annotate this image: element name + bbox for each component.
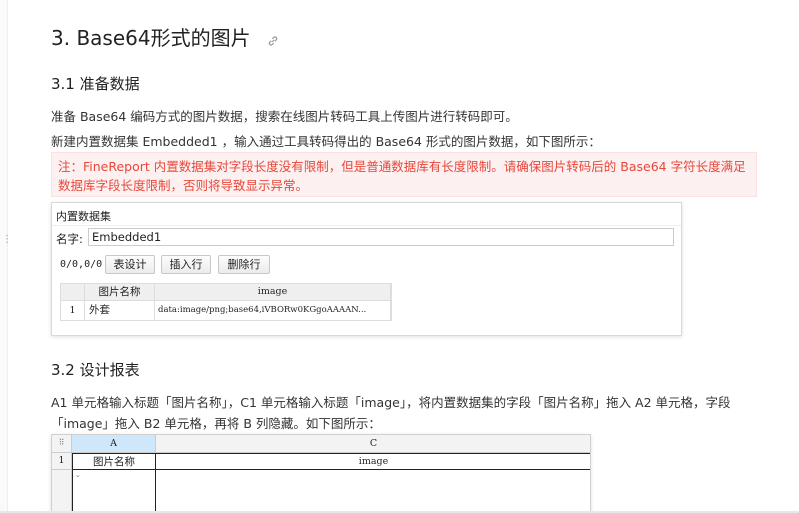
table-design-button[interactable]: 表设计 xyxy=(105,255,155,274)
page-heading-text: 3. Base64形式的图片 xyxy=(51,26,251,50)
table-row-index: 1 xyxy=(61,301,85,321)
page-heading: 3. Base64形式的图片 xyxy=(51,22,279,52)
dataset-table: 图片名称 image 1 外套 data:image/png;base64,iV… xyxy=(60,283,392,321)
table-header-image[interactable]: image xyxy=(155,284,391,301)
cell-expand-marker-icon: ⌄ xyxy=(75,471,81,479)
paragraph-design-steps-1: A1 单元格输入标题「图片名称」，C1 单元格输入标题「image」，将内置数据… xyxy=(51,395,731,410)
grid-corner-icon[interactable]: ⠿ xyxy=(52,435,72,453)
cell-c1[interactable]: image xyxy=(156,453,590,470)
insert-row-button[interactable]: 插入行 xyxy=(161,255,211,274)
column-header-c[interactable]: C xyxy=(156,435,590,453)
dialog-title: 内置数据集 xyxy=(56,210,111,223)
drag-handle-icon[interactable]: ⋮ xyxy=(2,235,12,245)
name-label: 名字: xyxy=(56,232,83,246)
paragraph-prepare-image: 准备 Base64 编码方式的图片数据，搜索在线图片转码工具上传图片进行转码即可… xyxy=(51,109,518,124)
cell-a2[interactable]: ⌄ xyxy=(72,470,156,512)
table-cell-name[interactable]: 外套 xyxy=(85,301,155,321)
section-heading-design-report: 3.2 设计报表 xyxy=(51,361,140,379)
report-grid-screenshot: ⠿ A C 1 图片名称 image ⌄ xyxy=(51,434,591,513)
row-count: 0/0,0/0 xyxy=(60,259,103,270)
table-header-name[interactable]: 图片名称 xyxy=(85,284,155,301)
link-icon[interactable] xyxy=(267,28,279,52)
table-header-index xyxy=(61,284,85,301)
column-header-a[interactable]: A xyxy=(72,435,156,453)
divider xyxy=(52,225,681,226)
left-rail: ⋮ xyxy=(0,0,12,513)
paragraph-new-dataset: 新建内置数据集 Embedded1 ，输入通过工具转码得出的 Base64 形式… xyxy=(51,134,601,149)
dataset-name-field[interactable]: Embedded1 xyxy=(88,228,674,246)
paragraph-design-steps-2: 「image」拖入 B2 单元格，再将 B 列隐藏。如下图所示： xyxy=(51,416,381,431)
table-cell-image[interactable]: data:image/png;base64,iVBORw0KGgoAAAAN..… xyxy=(155,301,391,321)
warning-note: 注：FineReport 内置数据集对字段长度没有限制，但是普通数据库有长度限制… xyxy=(51,152,757,197)
cell-a1[interactable]: 图片名称 xyxy=(72,453,156,470)
warning-note-line1: 注：FineReport 内置数据集对字段长度没有限制，但是普通数据库有长度限制… xyxy=(58,159,746,174)
delete-row-button[interactable]: 删除行 xyxy=(218,255,270,274)
row-header-1[interactable]: 1 xyxy=(52,453,72,470)
warning-note-line2: 数据库字段长度限制，否则将导致显示异常。 xyxy=(58,178,309,193)
section-heading-prepare-data: 3.1 准备数据 xyxy=(51,75,140,93)
row-header-2[interactable] xyxy=(52,470,72,512)
dataset-dialog-screenshot: 内置数据集 名字: Embedded1 0/0,0/0 表设计 插入行 删除行 … xyxy=(51,202,682,336)
